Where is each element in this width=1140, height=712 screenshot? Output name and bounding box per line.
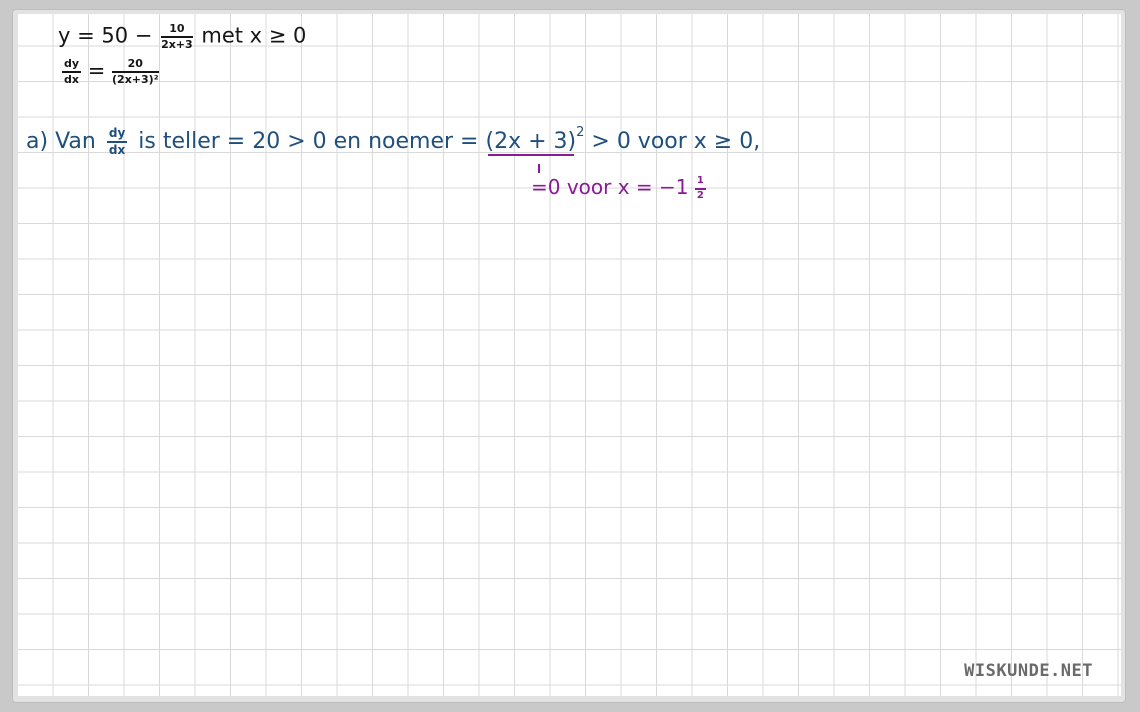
fraction-numerator: 20	[112, 58, 159, 73]
answer-middle: is teller = 20 > 0 en noemer =	[138, 129, 479, 154]
derivative-numerator: dy	[106, 127, 128, 143]
equals-sign: =	[87, 58, 106, 83]
fraction-denominator: 2x+3	[161, 37, 193, 51]
answer-suffix: > 0 voor x ≥ 0,	[591, 129, 761, 154]
fraction-numerator: 1	[694, 175, 706, 190]
derivative-symbol: dy dx	[106, 127, 128, 157]
grid-paper: y = 50 − 10 2x+3 met x ≥ 0 dy dx = 20 (2…	[18, 14, 1121, 696]
zero-annotation: =0 voor x = −1 1 2	[531, 175, 706, 201]
fraction-denominator: (2x+3)²	[112, 72, 159, 86]
zero-annotation-text: =0 voor x = −1	[531, 175, 689, 199]
derivative-fraction: 20 (2x+3)²	[112, 58, 159, 85]
derivative-definition: dy dx = 20 (2x+3)²	[62, 58, 159, 85]
function-lhs: y = 50 −	[58, 23, 153, 48]
part-label: a)	[26, 129, 49, 154]
site-watermark: WISKUNDE.NET	[964, 661, 1093, 681]
answer-part-a: a) Van dy dx is teller = 20 > 0 en noeme…	[26, 126, 760, 157]
function-definition: y = 50 − 10 2x+3 met x ≥ 0	[58, 23, 306, 50]
domain-condition: met x ≥ 0	[201, 23, 307, 48]
fraction-denominator: 2	[696, 189, 704, 201]
mixed-fraction: 1 2	[694, 175, 706, 201]
answer-van: Van	[55, 129, 96, 154]
derivative-denominator: dx	[64, 72, 80, 86]
function-fraction: 10 2x+3	[161, 23, 193, 50]
annotation-tick	[538, 164, 540, 173]
derivative-denominator: dx	[108, 143, 126, 157]
exponent: 2	[576, 125, 585, 140]
fraction-numerator: 10	[161, 23, 193, 38]
derivative-numerator: dy	[62, 58, 82, 73]
derivative-symbol: dy dx	[62, 58, 82, 86]
denominator-underlined: (2x + 3)	[485, 129, 577, 156]
